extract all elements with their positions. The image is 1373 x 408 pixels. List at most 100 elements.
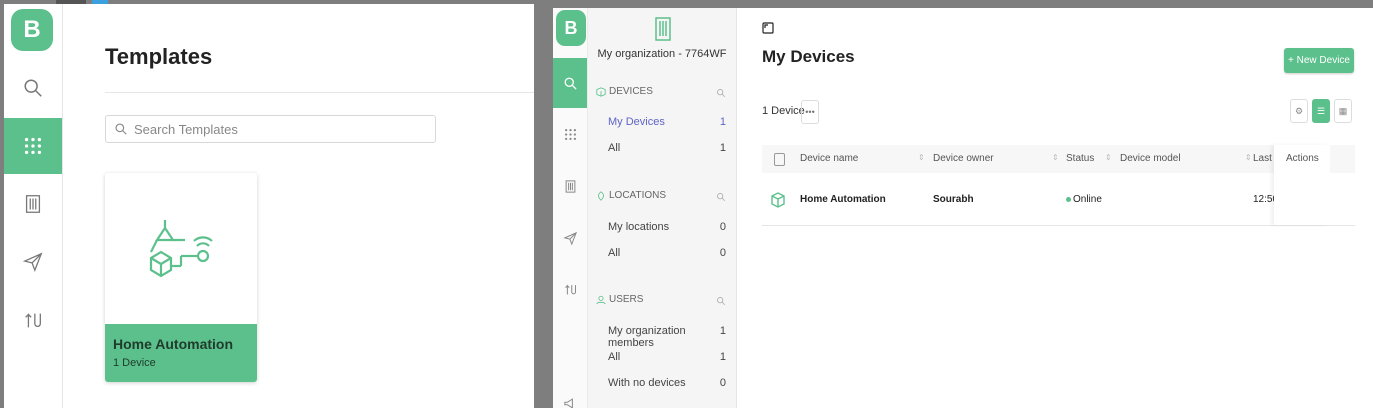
- status-cell: Online: [1066, 194, 1102, 205]
- templates-nav-button[interactable]: [4, 118, 62, 174]
- search-icon: [717, 297, 726, 306]
- section-title: LOCATIONS: [609, 190, 667, 201]
- header-label: Status: [1066, 153, 1095, 164]
- devices-window: B My organization - 7764WF DEVICES My De…: [553, 8, 1373, 408]
- template-card-footer: Home Automation 1 Device: [105, 324, 257, 382]
- title-divider: [105, 92, 534, 93]
- org-item-my-locations[interactable]: My locations 0: [608, 221, 726, 233]
- announcements-nav-button[interactable]: [553, 378, 587, 408]
- pin-icon: [598, 190, 604, 201]
- building-icon: [655, 17, 671, 41]
- grid-view-icon: ▦: [1338, 105, 1348, 116]
- sync-nav-button[interactable]: [553, 264, 587, 314]
- item-label: My organization members: [608, 325, 686, 349]
- search-icon: [115, 123, 127, 135]
- cube-icon: [771, 192, 785, 208]
- sort-icon: ⇕: [918, 153, 925, 162]
- app-logo[interactable]: B: [556, 10, 586, 46]
- device-count: 1 Device: [762, 105, 805, 117]
- send-nav-button[interactable]: [553, 213, 587, 263]
- locations-section-header: LOCATIONS: [596, 190, 666, 201]
- more-options-button[interactable]: •••: [801, 100, 819, 124]
- section-title: USERS: [609, 294, 644, 305]
- expand-icon[interactable]: [762, 22, 774, 34]
- building-icon: [565, 179, 575, 193]
- item-count: 1: [719, 351, 726, 363]
- building-icon: [25, 195, 41, 213]
- search-nav-button[interactable]: [553, 58, 587, 108]
- org-item-my-devices[interactable]: My Devices 1: [608, 116, 726, 128]
- item-label: My locations: [608, 221, 670, 233]
- org-item-all-users[interactable]: All 1: [608, 351, 726, 363]
- sidebar: B: [4, 4, 63, 408]
- send-icon: [562, 231, 577, 246]
- item-label: My Devices: [608, 116, 665, 128]
- users-search-button[interactable]: [716, 293, 726, 311]
- organization-name: My organization - 7764WF: [597, 48, 727, 60]
- item-label: All: [608, 351, 621, 363]
- org-item-no-devices[interactable]: With no devices 0: [608, 377, 726, 389]
- app-logo[interactable]: B: [11, 9, 53, 51]
- table-row[interactable]: Home Automation Sourabh Online 12:50 PM …: [762, 178, 1355, 226]
- sort-icon: ⇕: [1105, 153, 1112, 162]
- table-header: Device name ⇕ Device owner ⇕ Status ⇕ Devic…: [762, 145, 1355, 173]
- item-count: 1: [719, 116, 726, 128]
- column-device-name[interactable]: Device name ⇕: [800, 153, 925, 164]
- column-actions: Actions: [1286, 153, 1319, 164]
- sync-nav-button[interactable]: [4, 292, 62, 348]
- org-item-all-locations[interactable]: All 0: [608, 247, 726, 259]
- megaphone-icon: [563, 397, 573, 408]
- column-device-model[interactable]: Device model ⇕: [1120, 153, 1252, 164]
- item-label: All: [608, 142, 621, 154]
- header-label: Device owner: [933, 153, 994, 164]
- column-device-owner[interactable]: Device owner ⇕: [933, 153, 1059, 164]
- item-label: All: [608, 247, 621, 259]
- templates-window: B Templates Search Templates Home Automa…: [4, 4, 534, 408]
- grid-icon: [564, 128, 576, 140]
- item-count: 1: [719, 325, 726, 337]
- search-icon: [564, 77, 577, 90]
- device-owner-cell: Sourabh: [933, 194, 974, 205]
- template-card[interactable]: Home Automation 1 Device: [105, 173, 257, 382]
- sidebar: B: [553, 8, 588, 408]
- organization-nav-button[interactable]: [553, 161, 587, 211]
- template-device-count: 1 Device: [113, 357, 156, 369]
- list-view-button[interactable]: ☰: [1312, 99, 1330, 123]
- search-icon: [717, 193, 726, 202]
- template-art: [105, 173, 257, 324]
- online-dot: [1066, 197, 1071, 202]
- org-item-all-devices[interactable]: All 1: [608, 142, 726, 154]
- organization-nav-button[interactable]: [4, 176, 62, 232]
- actions-column: Actions: [1274, 145, 1330, 225]
- page-title: Templates: [105, 44, 213, 69]
- header-label: Device name: [800, 153, 859, 164]
- locations-search-button[interactable]: [716, 189, 726, 207]
- search-input[interactable]: Search Templates: [105, 115, 436, 143]
- search-nav-button[interactable]: [4, 60, 62, 116]
- status-text: Online: [1073, 194, 1102, 205]
- item-label: With no devices: [608, 377, 686, 389]
- cube-icon: [596, 86, 606, 97]
- column-status[interactable]: Status ⇕: [1066, 153, 1112, 164]
- item-count: 0: [719, 221, 726, 233]
- item-count: 0: [719, 247, 726, 259]
- search-icon: [717, 89, 726, 98]
- send-nav-button[interactable]: [4, 234, 62, 290]
- templates-nav-button[interactable]: [553, 109, 587, 159]
- header-label: Device model: [1120, 153, 1181, 164]
- send-icon: [22, 252, 43, 273]
- user-icon: [596, 295, 606, 304]
- list-icon: ☰: [1316, 105, 1326, 116]
- device-name-cell[interactable]: Home Automation: [800, 194, 886, 205]
- settings-view-button[interactable]: ⚙: [1290, 99, 1308, 123]
- select-all-checkbox[interactable]: [774, 153, 785, 166]
- new-device-button[interactable]: + New Device: [1284, 48, 1354, 73]
- devices-search-button[interactable]: [716, 85, 726, 103]
- org-item-members[interactable]: My organization members 1: [608, 325, 726, 349]
- users-section-header: USERS: [596, 294, 643, 305]
- page-title: My Devices: [762, 47, 855, 66]
- sort-icon: ⇕: [1245, 153, 1252, 162]
- grid-view-button[interactable]: ▦: [1334, 99, 1352, 123]
- sort-icon: ⇕: [1052, 153, 1059, 162]
- grid-icon: [24, 137, 42, 155]
